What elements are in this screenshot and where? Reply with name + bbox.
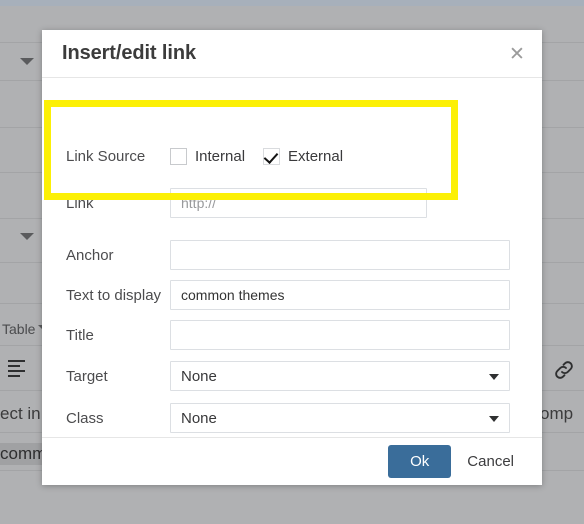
- close-icon[interactable]: ✕: [506, 43, 528, 65]
- link-icon[interactable]: [552, 358, 576, 382]
- text-to-display-label: Text to display: [66, 286, 162, 304]
- checkbox-external[interactable]: [263, 147, 281, 165]
- anchor-input[interactable]: [170, 240, 510, 270]
- link-source-options: Internal External: [170, 147, 353, 165]
- title-input[interactable]: [170, 320, 510, 350]
- field-row-class: Class None: [42, 398, 542, 438]
- target-label: Target: [66, 367, 108, 385]
- field-row-target: Target None: [42, 356, 542, 396]
- ok-button[interactable]: Ok: [388, 445, 452, 478]
- dialog-body: Link Source Internal External Link Ancho…: [42, 78, 542, 437]
- toolbar-caret-down-icon[interactable]: [20, 233, 34, 240]
- class-select[interactable]: None: [170, 403, 510, 433]
- dialog-header: Insert/edit link ✕: [42, 30, 542, 78]
- dialog-footer: Ok Cancel: [42, 437, 542, 485]
- field-row-link-source: Link Source Internal External: [42, 136, 542, 176]
- align-left-icon[interactable]: [8, 360, 25, 380]
- field-row-text-to-display: Text to display: [42, 275, 542, 315]
- checkbox-external-label[interactable]: External: [288, 148, 343, 165]
- field-row-anchor: Anchor: [42, 235, 542, 275]
- field-row-link: Link: [42, 183, 542, 223]
- checkbox-internal-label[interactable]: Internal: [195, 148, 245, 165]
- editor-content-right: omp: [540, 404, 574, 423]
- anchor-label: Anchor: [66, 246, 114, 264]
- class-select-value[interactable]: None: [170, 403, 510, 433]
- target-select[interactable]: None: [170, 361, 510, 391]
- toolbar-caret-down-icon[interactable]: [20, 58, 34, 65]
- link-input[interactable]: [170, 188, 427, 218]
- class-label: Class: [66, 409, 104, 427]
- text-to-display-input[interactable]: [170, 280, 510, 310]
- target-select-value[interactable]: None: [170, 361, 510, 391]
- field-row-title: Title: [42, 315, 542, 355]
- cancel-button[interactable]: Cancel: [457, 445, 524, 478]
- checkbox-internal[interactable]: [170, 147, 187, 165]
- editor-content-left: ect in: [0, 404, 41, 423]
- browser-chrome-strip: [0, 0, 584, 6]
- insert-edit-link-dialog: Insert/edit link ✕ Link Source Internal …: [42, 30, 542, 485]
- link-label: Link: [66, 194, 94, 212]
- link-source-label: Link Source: [66, 147, 146, 165]
- title-label: Title: [66, 326, 94, 344]
- toolbar-item-table[interactable]: Table: [2, 322, 35, 336]
- dialog-title: Insert/edit link: [62, 42, 196, 64]
- editor-content-selection: comm: [0, 443, 47, 465]
